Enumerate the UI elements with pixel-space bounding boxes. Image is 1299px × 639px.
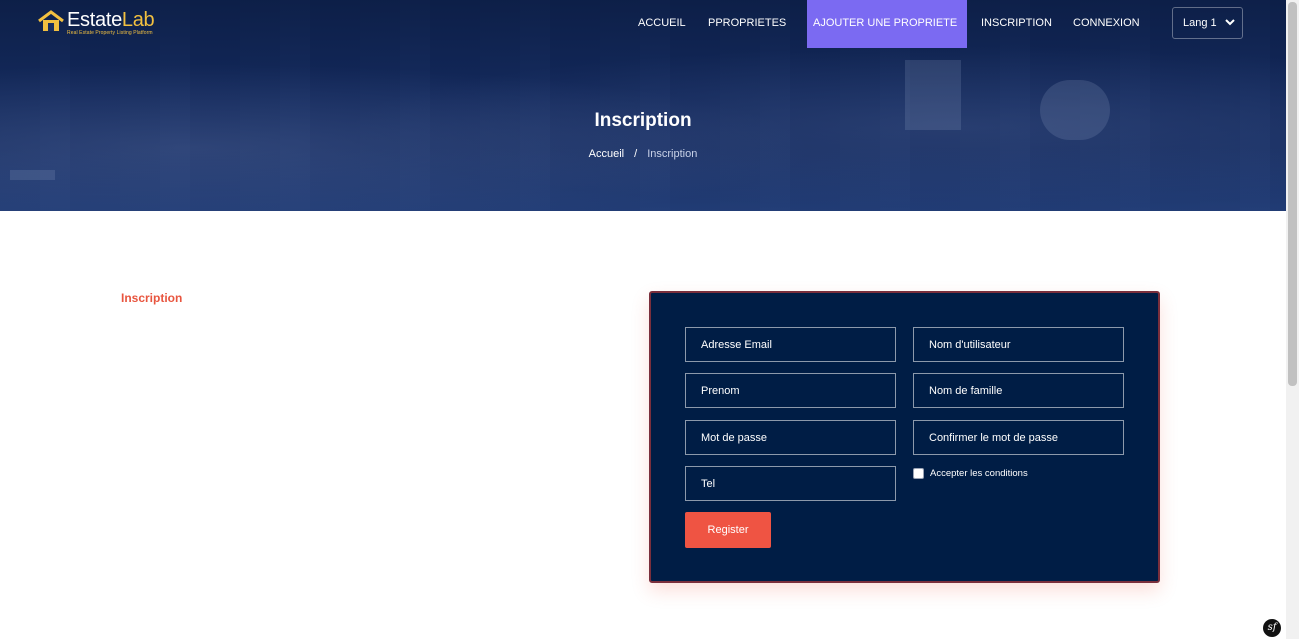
terms-checkbox[interactable] bbox=[913, 468, 924, 479]
nav-item-proprietes[interactable]: PPROPRIETES bbox=[708, 0, 786, 48]
breadcrumb-home-link[interactable]: Accueil bbox=[589, 148, 624, 160]
brand-name: EstateLab bbox=[67, 9, 155, 31]
hero-banner: EstateLab Real Estate Property Listing P… bbox=[0, 0, 1286, 211]
email-field[interactable] bbox=[685, 327, 896, 362]
breadcrumb-current: Inscription bbox=[647, 148, 698, 160]
language-select[interactable]: Lang 1 bbox=[1172, 7, 1243, 39]
navbar: EstateLab Real Estate Property Listing P… bbox=[0, 0, 1286, 48]
nav-item-connexion[interactable]: CONNEXION bbox=[1073, 0, 1140, 48]
house-icon bbox=[37, 10, 65, 32]
brand-tagline: Real Estate Property Listing Platform bbox=[67, 30, 153, 36]
scrollbar[interactable] bbox=[1286, 0, 1299, 639]
username-field[interactable] bbox=[913, 327, 1124, 362]
nav-item-accueil[interactable]: ACCUEIL bbox=[638, 0, 686, 48]
symfony-icon[interactable]: sf bbox=[1263, 619, 1281, 637]
scrollbar-thumb[interactable] bbox=[1288, 2, 1297, 386]
chevron-down-icon bbox=[1224, 8, 1236, 38]
password-field[interactable] bbox=[685, 420, 896, 455]
section-title: Inscription bbox=[121, 291, 183, 305]
background-deck bbox=[10, 170, 55, 180]
terms-label: Accepter les conditions bbox=[930, 468, 1028, 479]
terms-row: Accepter les conditions bbox=[913, 468, 1028, 479]
logo[interactable]: EstateLab Real Estate Property Listing P… bbox=[37, 9, 155, 36]
page-title: Inscription bbox=[594, 110, 692, 131]
nav-item-inscription[interactable]: INSCRIPTION bbox=[981, 0, 1052, 48]
nav-item-ajouter-propriete[interactable]: AJOUTER UNE PROPRIETE bbox=[807, 0, 967, 48]
page: EstateLab Real Estate Property Listing P… bbox=[0, 0, 1299, 639]
firstname-field[interactable] bbox=[685, 373, 896, 408]
breadcrumb-separator: / bbox=[634, 148, 638, 160]
register-button[interactable]: Register bbox=[685, 512, 771, 548]
confirm-password-field[interactable] bbox=[913, 420, 1124, 455]
breadcrumb: Accueil / Inscription bbox=[0, 148, 1286, 160]
lastname-field[interactable] bbox=[913, 373, 1124, 408]
language-value: Lang 1 bbox=[1183, 17, 1217, 29]
registration-form: Accepter les conditions Register bbox=[649, 291, 1160, 583]
phone-field[interactable] bbox=[685, 466, 896, 501]
